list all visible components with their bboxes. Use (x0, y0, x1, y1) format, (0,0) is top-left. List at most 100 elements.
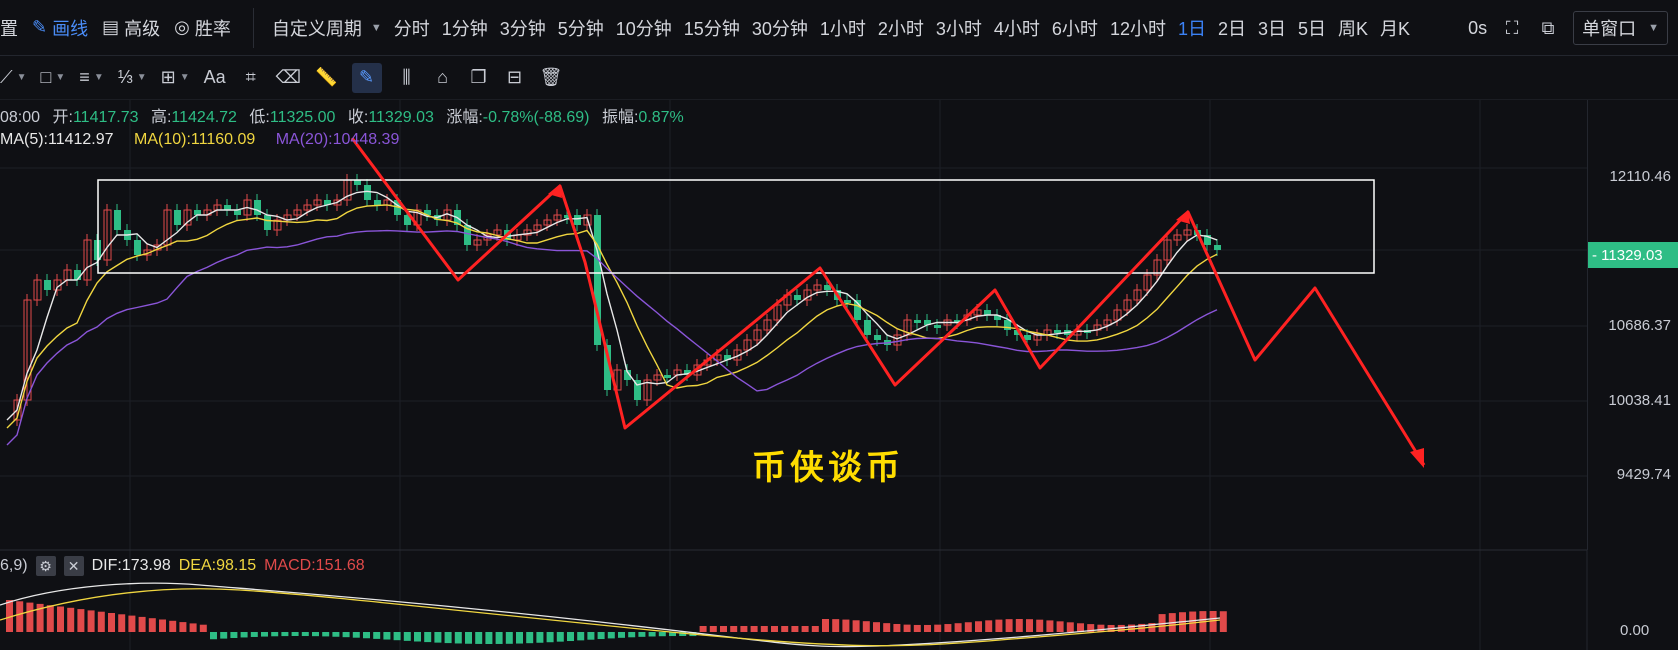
macd-bar (556, 632, 564, 642)
macd-bar (393, 632, 401, 641)
dea-value: DEA:98.15 (178, 557, 257, 574)
macd-bar (373, 632, 381, 639)
ma5-line (6, 190, 1218, 421)
macd-bar (322, 632, 330, 637)
macd-value: MACD:151.68 (264, 557, 365, 574)
macd-bar (1005, 619, 1013, 632)
macd-bar (516, 632, 523, 644)
macd-bar (954, 623, 962, 632)
macd-bar (281, 632, 289, 637)
macd-bar (628, 632, 636, 638)
low-label: 低: (249, 109, 270, 126)
macd-bar (852, 620, 860, 632)
macd-bar (220, 632, 228, 639)
price-tick: 12110.46 (1609, 168, 1671, 185)
macd-bar (485, 632, 493, 644)
macd-bar (781, 626, 789, 632)
amplitude-value: 0.87% (638, 109, 684, 126)
candle-body-down (254, 200, 261, 215)
macd-bar (740, 626, 748, 632)
macd-bar (822, 619, 829, 632)
macd-bar (118, 614, 126, 632)
macd-bar (332, 632, 340, 637)
macd-bar (454, 632, 462, 644)
macd-bar (230, 632, 238, 638)
macd-bar (403, 632, 411, 641)
macd-bar (873, 622, 880, 632)
candle-body-down (114, 210, 121, 230)
candle-body-down (174, 210, 181, 225)
price-tick: 10686.37 (1608, 317, 1671, 334)
price-tick: 10038.41 (1608, 392, 1671, 409)
macd-bar (159, 619, 166, 632)
macd-bar (138, 616, 146, 632)
macd-bar (46, 605, 54, 632)
macd-bar (261, 632, 268, 637)
macd-bar (567, 632, 574, 642)
candle-body-down (224, 205, 231, 210)
candle-body-down (374, 200, 381, 205)
macd-bar (57, 606, 64, 632)
macd-header: 6,9) ⚙ ✕ DIF:173.98 DEA:98.15 MACD:151.6… (0, 553, 365, 579)
trend-arrow-path (350, 137, 1426, 466)
macd-bar (444, 632, 452, 644)
low-value: 11325.00 (269, 109, 336, 126)
macd-bar (913, 624, 921, 632)
macd-bar (189, 623, 197, 632)
ma20-line (6, 229, 1218, 446)
ma20-value: MA(20):10448.39 (275, 131, 400, 148)
amplitude-label: 振幅: (601, 109, 639, 126)
open-value: 11417.73 (72, 109, 139, 126)
macd-bar (108, 613, 115, 632)
macd-bar (1056, 621, 1064, 632)
ohlc-time: 08:00 (0, 109, 41, 126)
macd-bar (97, 611, 105, 632)
candle-body-down (874, 335, 881, 340)
macd-bar (424, 632, 432, 643)
macd-bar (475, 632, 483, 644)
macd-bar (883, 623, 891, 632)
macd-bar (771, 626, 778, 632)
macd-bar (271, 632, 279, 637)
macd-bar (699, 626, 707, 632)
candle-body-down (364, 185, 371, 200)
arrowhead-icon (1410, 448, 1424, 468)
candle-body-down (234, 210, 241, 215)
macd-params: 6,9) (0, 557, 28, 574)
macd-bar (16, 601, 24, 632)
macd-bar (1046, 620, 1054, 632)
macd-bar (1066, 622, 1074, 632)
change-value: -0.78%(-88.69) (482, 109, 590, 126)
macd-bar (352, 632, 360, 638)
macd-bar (301, 632, 309, 637)
range-box (97, 179, 1375, 274)
macd-bar (1015, 619, 1023, 632)
macd-bar (363, 632, 370, 639)
macd-bar (342, 632, 350, 638)
macd-bar (842, 619, 850, 632)
close-icon[interactable]: ✕ (63, 556, 84, 576)
candle-body-down (794, 295, 801, 300)
high-label: 高: (150, 109, 172, 126)
macd-bar (169, 620, 177, 632)
change-label: 涨幅: (446, 109, 483, 126)
macd-bar (995, 619, 1003, 632)
ohlc-readout: 08:00 开:11417.73 高:11424.72 低:11325.00 收… (0, 103, 684, 127)
macd-bar (638, 632, 646, 637)
macd-bar (1077, 623, 1084, 632)
macd-bar (128, 615, 136, 632)
candle-body-down (844, 300, 851, 303)
macd-bar (658, 632, 666, 637)
macd-bar (730, 626, 738, 632)
candle-body-down (194, 210, 201, 215)
ma5-value: MA(5):11412.97 (0, 131, 114, 148)
gear-icon[interactable]: ⚙ (35, 556, 56, 576)
price-axis: 12110.46 10686.37 10038.41 9429.74 (1587, 100, 1678, 550)
macd-bar (434, 632, 442, 643)
macd-bar (587, 632, 595, 640)
macd-bar (924, 624, 931, 632)
macd-bar (179, 622, 187, 632)
macd-bar (87, 610, 95, 632)
macd-bar (607, 632, 615, 639)
macd-bar (944, 624, 952, 632)
